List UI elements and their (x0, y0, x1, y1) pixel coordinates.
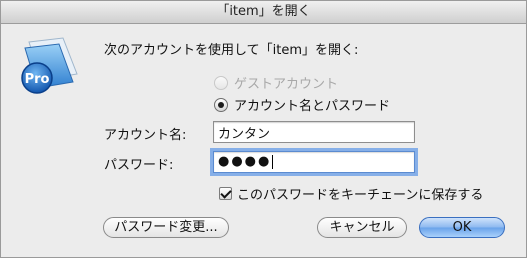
change-password-button[interactable]: パスワード変更... (103, 217, 229, 238)
radio-guest-account[interactable]: ゲストアカウント (214, 73, 338, 92)
save-to-keychain-checkbox[interactable]: このパスワードをキーチェーンに保存する (219, 184, 483, 203)
cancel-button[interactable]: キャンセル (317, 217, 407, 238)
ok-button[interactable]: OK (419, 217, 505, 238)
dialog-title: 「item」を開く (1, 1, 526, 24)
dialog-content: Pro 次のアカウントを使用して「item」を開く: ゲストアカウント アカウン… (1, 24, 526, 257)
radio-named-label: アカウント名とパスワード (234, 99, 391, 114)
radio-button-selected-icon (214, 97, 228, 112)
dialog-prompt: 次のアカウントを使用して「item」を開く: (104, 43, 359, 58)
pro-badge-text: Pro (25, 72, 50, 87)
text-caret (272, 154, 274, 169)
save-to-keychain-label: このパスワードをキーチェーンに保存する (237, 188, 484, 203)
account-name-label: アカウント名: (104, 128, 187, 143)
password-masked-value: ●●●● (218, 154, 272, 169)
checkmark-icon (219, 187, 232, 200)
radio-button-icon (214, 75, 228, 90)
filemaker-pro-icon: Pro (21, 37, 78, 94)
open-file-dialog: 「item」を開く Pro 次のアカウントを使用して「item」を開く: ゲスト (0, 0, 527, 258)
radio-named-account[interactable]: アカウント名とパスワード (214, 95, 390, 114)
radio-guest-label: ゲストアカウント (234, 77, 339, 92)
password-label: パスワード: (104, 158, 174, 173)
account-name-field[interactable] (213, 121, 415, 143)
password-field[interactable]: ●●●● (213, 151, 415, 173)
